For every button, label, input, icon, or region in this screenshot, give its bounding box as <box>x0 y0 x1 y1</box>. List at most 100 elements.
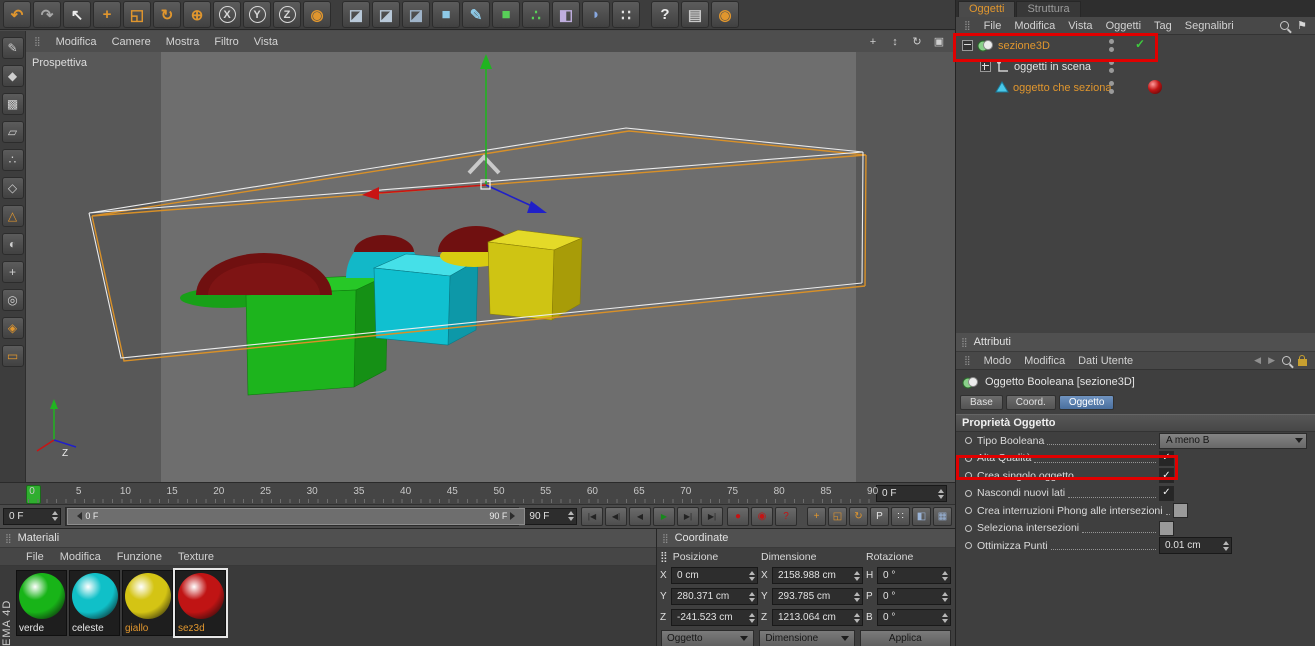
view-name-label[interactable]: Prospettiva <box>32 57 87 69</box>
om-menu-modifica[interactable]: Modifica <box>1014 20 1055 32</box>
stepper[interactable] <box>749 610 755 626</box>
object-mode-dropdown[interactable]: Oggetto <box>661 630 755 646</box>
visibility-dots[interactable] <box>1109 39 1114 52</box>
frame-tick-35[interactable]: 35 <box>353 486 364 497</box>
range-right-grip-icon[interactable] <box>510 512 519 520</box>
stepper[interactable] <box>749 589 755 605</box>
frame-tick-5[interactable]: 5 <box>76 486 82 497</box>
position-x-input[interactable]: 0 cm <box>671 567 758 584</box>
viewport-menu-vista[interactable]: Vista <box>254 36 278 48</box>
tab-oggetto[interactable]: Oggetto <box>1058 395 1115 410</box>
material-giallo[interactable]: giallo <box>122 570 173 636</box>
primitive-cube-icon[interactable]: ■ <box>432 1 460 28</box>
stepper[interactable] <box>854 610 860 626</box>
apply-button[interactable]: Applica <box>859 630 951 646</box>
lock-y-axis-icon[interactable]: Y <box>243 1 271 28</box>
preview-range-handle[interactable]: 0 F 90 F <box>67 507 526 525</box>
rotation-p-input[interactable]: 0 ° <box>877 588 951 605</box>
frame-tick-50[interactable]: 50 <box>493 486 504 497</box>
enabled-check-icon[interactable]: ✓ <box>1135 37 1145 51</box>
texture-mode-icon[interactable]: ▩ <box>1 93 24 115</box>
subdivision-surface-icon[interactable]: ■ <box>492 1 520 28</box>
lock-x-axis-icon[interactable]: X <box>213 1 241 28</box>
make-editable-icon[interactable]: ✎ <box>1 37 24 59</box>
lock-icon[interactable] <box>1298 355 1307 366</box>
tab-struttura[interactable]: Struttura <box>1016 1 1081 17</box>
search-icon[interactable] <box>1280 21 1290 30</box>
history-back-icon[interactable]: ◀ <box>1254 355 1261 366</box>
workplane-mode-icon[interactable]: ▱ <box>1 121 24 143</box>
om-menu-segnalibri[interactable]: Segnalibri <box>1185 20 1234 32</box>
stepper[interactable] <box>942 610 948 626</box>
animation-mode-icon[interactable]: ◐ <box>1 233 24 255</box>
attr-menu-dati-utente[interactable]: Dati Utente <box>1078 355 1133 367</box>
viewport-menu-modifica[interactable]: Modifica <box>56 36 97 48</box>
pan-view-icon[interactable]: + <box>865 34 881 50</box>
om-menu-file[interactable]: File <box>984 20 1002 32</box>
redo-icon[interactable]: ↷ <box>33 1 61 28</box>
frame-tick-90[interactable]: 90 <box>867 486 878 497</box>
tree-row-oggetto-che-seziona[interactable]: oggetto che seziona <box>956 77 1315 98</box>
crea-singolo-oggetto-checkbox[interactable]: ✓ <box>1159 468 1174 484</box>
frame-tick-70[interactable]: 70 <box>680 486 691 497</box>
render-region-icon[interactable]: ◪ <box>372 1 400 28</box>
object-label[interactable]: oggetti in scena <box>1014 61 1091 73</box>
timeline-ruler[interactable]: 0 F 0 5 10 15 20 25 30 35 40 45 50 55 60 65 70 75 80 85 90 <box>0 482 955 504</box>
tipo-booleana-dropdown[interactable]: A meno B <box>1159 432 1307 449</box>
viewport-solo-icon[interactable]: ◎ <box>1 289 24 311</box>
play-button[interactable]: ▶ <box>653 506 675 526</box>
select-tool-icon[interactable]: ↖ <box>63 1 91 28</box>
help-cursor-icon[interactable]: ? <box>651 1 679 28</box>
ottimizza-punti-input[interactable]: 0.01 cm <box>1159 537 1232 555</box>
om-menu-tag[interactable]: Tag <box>1154 20 1172 32</box>
dimension-x-input[interactable]: 2158.988 cm <box>772 567 863 584</box>
viewport-menu-filtro[interactable]: Filtro <box>214 36 238 48</box>
point-level-animation-toggle[interactable]: ∷ <box>891 506 910 526</box>
zoom-view-icon[interactable]: ↕ <box>887 34 903 50</box>
om-menu-vista[interactable]: Vista <box>1068 20 1092 32</box>
materials-menu-modifica[interactable]: Modifica <box>60 551 101 563</box>
frame-tick-45[interactable]: 45 <box>447 486 458 497</box>
lock-z-axis-icon[interactable]: Z <box>273 1 301 28</box>
move-tool-icon[interactable]: + <box>93 1 121 28</box>
material-celeste[interactable]: celeste <box>69 570 120 636</box>
viewport-menu-mostra[interactable]: Mostra <box>166 36 200 48</box>
attr-menu-modifica[interactable]: Modifica <box>1024 355 1065 367</box>
visibility-dots[interactable] <box>1109 81 1114 94</box>
crea-interruzioni-phong-checkbox[interactable]: ✓ <box>1172 503 1188 519</box>
panel-grip-icon[interactable]: ⣿ <box>964 20 971 31</box>
stepper[interactable] <box>1223 538 1229 554</box>
om-menu-oggetti[interactable]: Oggetti <box>1106 20 1141 32</box>
attr-menu-modo[interactable]: Modo <box>984 355 1012 367</box>
material-tag-icon[interactable] <box>1148 80 1162 94</box>
snap-icon[interactable]: ◈ <box>1 317 24 339</box>
axis-lock-icon[interactable]: ▭ <box>1 345 24 367</box>
polygons-mode-icon[interactable]: △ <box>1 205 24 227</box>
object-label[interactable]: oggetto che seziona <box>1013 82 1111 94</box>
panel-grip-icon[interactable]: ⣿ <box>34 36 41 47</box>
frame-tick-30[interactable]: 30 <box>307 486 318 497</box>
goto-end-button[interactable]: ▶| <box>701 506 723 526</box>
seleziona-intersezioni-checkbox[interactable]: ✓ <box>1159 520 1174 536</box>
deformer-icon[interactable]: ◧ <box>552 1 580 28</box>
frame-tick-25[interactable]: 25 <box>260 486 271 497</box>
preview-range-slider[interactable]: 0 F 90 F <box>65 506 526 526</box>
floor-sky-icon[interactable]: ◗ <box>582 1 610 28</box>
scale-key-toggle[interactable]: ◱ <box>828 506 847 526</box>
goto-start-button[interactable]: |◀ <box>581 506 603 526</box>
array-object-icon[interactable]: ∴ <box>522 1 550 28</box>
viewport-menu-camere[interactable]: Camere <box>112 36 151 48</box>
position-z-input[interactable]: -241.523 cm <box>671 609 758 626</box>
render-settings-icon[interactable]: ◪ <box>402 1 430 28</box>
frame-tick-0[interactable]: 0 <box>29 486 35 497</box>
position-y-input[interactable]: 280.371 cm <box>671 588 758 605</box>
alta-qualita-checkbox[interactable]: ✓ <box>1159 450 1174 466</box>
minimal-timeline-icon[interactable]: ▦ <box>933 506 952 526</box>
materials-menu-file[interactable]: File <box>26 551 44 563</box>
frame-tick-75[interactable]: 75 <box>727 486 738 497</box>
scale-tool-icon[interactable]: ◱ <box>123 1 151 28</box>
model-mode-icon[interactable]: ◆ <box>1 65 24 87</box>
tab-oggetti[interactable]: Oggetti <box>958 1 1016 17</box>
frame-tick-10[interactable]: 10 <box>120 486 131 497</box>
parameter-key-toggle[interactable]: P <box>870 506 889 526</box>
